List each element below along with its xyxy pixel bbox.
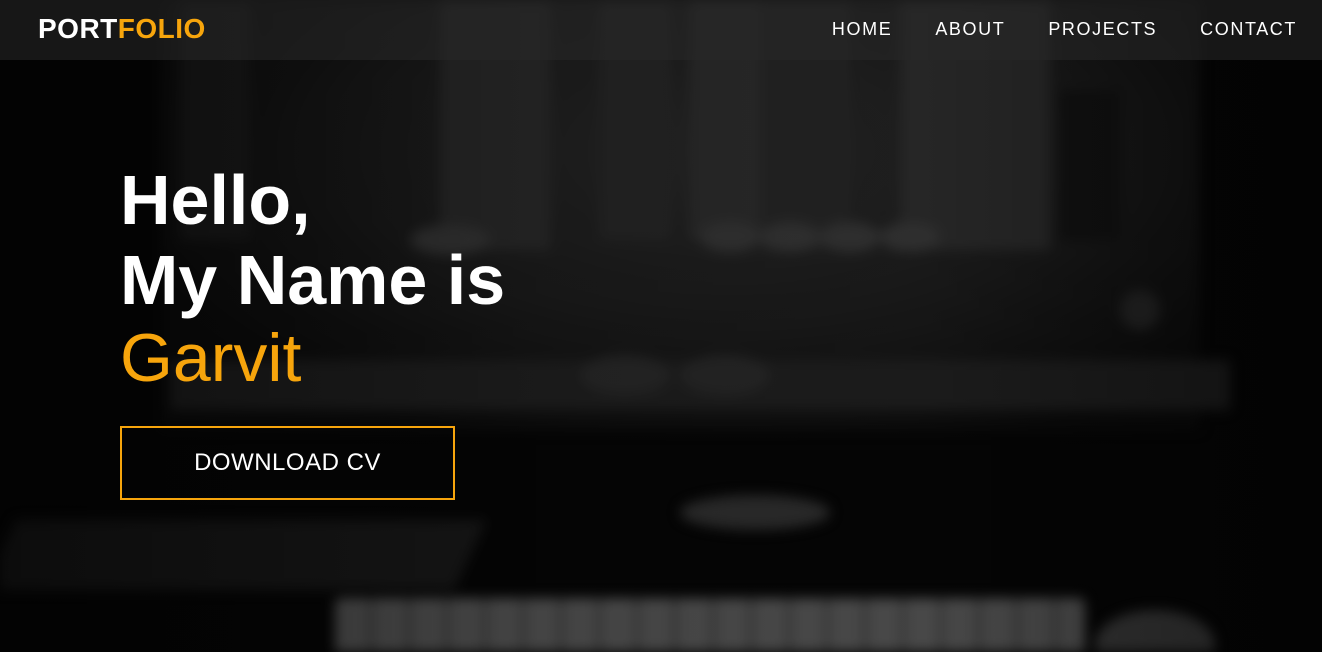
hero-intro: My Name is: [120, 241, 506, 319]
hero-name: Garvit: [120, 320, 302, 396]
logo-accent-text: FOLIO: [117, 13, 206, 44]
site-logo[interactable]: PORTFOLIO: [38, 12, 206, 46]
hero-section: Hello, My Name is Garvit: [120, 160, 505, 396]
navbar: PORTFOLIO HOME ABOUT PROJECTS CONTACT: [0, 0, 1322, 60]
download-cv-button[interactable]: DOWNLOAD CV: [120, 426, 455, 500]
main-nav: HOME ABOUT PROJECTS CONTACT: [789, 17, 1297, 41]
nav-link-projects[interactable]: PROJECTS: [1048, 17, 1157, 41]
logo-primary-text: PORT: [38, 13, 118, 44]
portfolio-page: PORTFOLIO HOME ABOUT PROJECTS CONTACT He…: [0, 0, 1322, 652]
nav-link-contact[interactable]: CONTACT: [1200, 17, 1297, 41]
nav-link-home[interactable]: HOME: [832, 17, 892, 41]
nav-link-about[interactable]: ABOUT: [935, 17, 1005, 41]
hero-heading: Hello, My Name is Garvit: [120, 160, 505, 396]
hero-greeting: Hello,: [120, 161, 311, 239]
